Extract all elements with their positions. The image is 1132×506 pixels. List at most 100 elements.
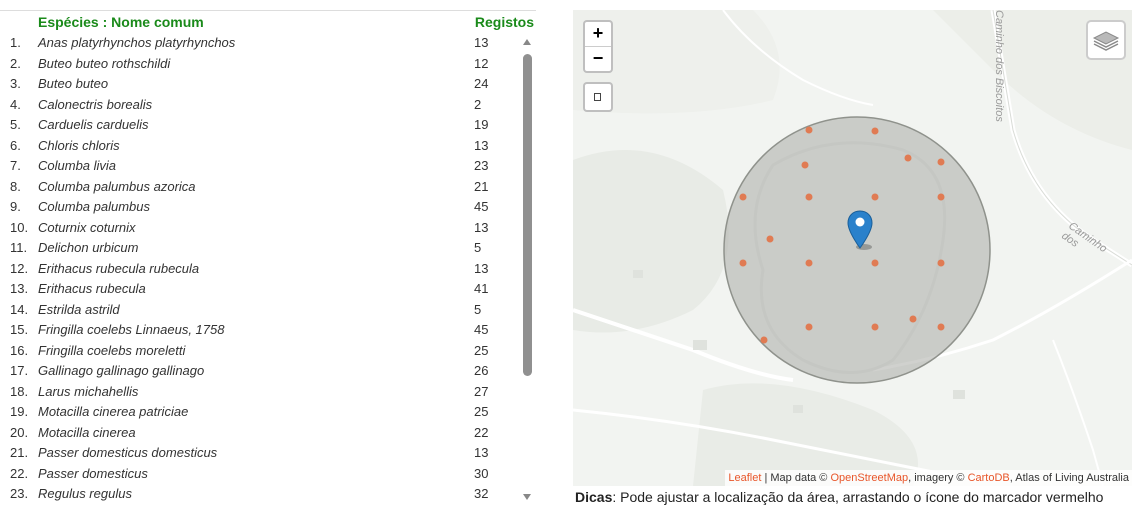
- table-row[interactable]: 1. Anas platyrhynchos platyrhynchos 13: [0, 33, 520, 54]
- table-row[interactable]: 20. Motacilla cinerea 22: [0, 423, 520, 444]
- record-count: 25: [474, 342, 489, 358]
- species-name: Passer domesticus domesticus: [38, 445, 218, 460]
- table-row[interactable]: 4. Calonectris borealis 2: [0, 95, 520, 116]
- species-name: Gallinago gallinago gallinago: [38, 363, 205, 378]
- openstreetmap-link[interactable]: OpenStreetMap: [830, 472, 908, 484]
- draw-rectangle-button[interactable]: [583, 82, 613, 112]
- table-header: Espécies : Nome comum Registos: [0, 10, 536, 33]
- tips-body: : Pode ajustar a localização da área, ar…: [612, 489, 1104, 505]
- scroll-down-arrow-icon[interactable]: [523, 494, 531, 500]
- layers-icon: [1092, 31, 1120, 51]
- table-row[interactable]: 13. Erithacus rubecula 41: [0, 279, 520, 300]
- attribution-text: , imagery ©: [908, 472, 968, 484]
- table-row[interactable]: 8. Columba palumbus azorica 21: [0, 177, 520, 198]
- cartodb-link[interactable]: CartoDB: [968, 472, 1010, 484]
- table-row[interactable]: 23. Regulus regulus 32: [0, 484, 520, 505]
- zoom-in-button[interactable]: +: [585, 22, 611, 47]
- species-name: Columba livia: [38, 158, 117, 173]
- table-row[interactable]: 19. Motacilla cinerea patriciae 25: [0, 402, 520, 423]
- species-name: Columba palumbus azorica: [38, 178, 196, 194]
- table-row[interactable]: 21. Passer domesticus domesticus 13: [0, 443, 520, 464]
- record-count: 13: [474, 260, 489, 276]
- species-name: Anas platyrhynchos platyrhynchos: [38, 35, 236, 50]
- scroll-thumb[interactable]: [523, 54, 532, 376]
- species-name: Columba palumbus: [38, 199, 151, 214]
- species-name: Regulus regulus: [38, 486, 132, 501]
- species-name: Calonectris borealis: [38, 96, 153, 112]
- row-index: 9.: [10, 199, 21, 214]
- record-count: 13: [474, 445, 489, 460]
- table-row[interactable]: 14. Estrilda astrild 5: [0, 300, 520, 321]
- record-count: 19: [474, 117, 489, 132]
- table-row[interactable]: 18. Larus michahellis 27: [0, 382, 520, 403]
- record-count: 45: [474, 322, 489, 337]
- table-scrollbar[interactable]: [520, 36, 534, 502]
- table-row[interactable]: 2. Buteo buteo rothschildi 12: [0, 54, 520, 75]
- record-count: 41: [474, 281, 489, 296]
- record-count: 21: [474, 178, 489, 194]
- record-count: 22: [474, 424, 489, 440]
- record-count: 5: [474, 240, 482, 255]
- attribution-text: | Map data ©: [761, 472, 831, 484]
- attribution-text: , Atlas of Living Australia: [1009, 472, 1129, 484]
- row-index: 19.: [10, 404, 29, 419]
- row-index: 11.: [10, 240, 28, 255]
- species-name: Buteo buteo: [38, 76, 109, 91]
- zoom-out-button[interactable]: −: [585, 47, 611, 71]
- table-row[interactable]: 5. Carduelis carduelis 19: [0, 115, 520, 136]
- row-index: 18.: [10, 383, 29, 399]
- location-marker-icon[interactable]: [847, 210, 873, 250]
- species-name: Larus michahellis: [38, 383, 139, 399]
- species-column-header[interactable]: Espécies : Nome comum: [38, 14, 204, 30]
- count-column-header[interactable]: Registos: [475, 14, 534, 30]
- table-row[interactable]: 16. Fringilla coelebs moreletti 25: [0, 341, 520, 362]
- record-count: 25: [474, 404, 489, 419]
- species-table: Espécies : Nome comum Registos 1. Anas pl…: [0, 0, 540, 506]
- species-name: Delichon urbicum: [38, 240, 139, 255]
- table-row[interactable]: 10. Coturnix coturnix 13: [0, 218, 520, 239]
- table-row[interactable]: 11. Delichon urbicum 5: [0, 238, 520, 259]
- tips-text: Dicas: Pode ajustar a localização da áre…: [575, 489, 1103, 505]
- row-index: 12.: [10, 260, 29, 276]
- row-index: 17.: [10, 363, 29, 378]
- table-row[interactable]: 22. Passer domesticus 30: [0, 464, 520, 485]
- tips-label: Dicas: [575, 489, 613, 505]
- row-index: 2.: [10, 55, 21, 71]
- species-rows: 1. Anas platyrhynchos platyrhynchos 13 2. Bu…: [0, 33, 520, 505]
- record-count: 2: [474, 96, 482, 112]
- row-index: 13.: [10, 281, 29, 296]
- species-name: Passer domesticus: [38, 465, 148, 481]
- map-view[interactable]: Caminho dos Biscoitos Caminho dos + − Le…: [573, 10, 1132, 486]
- table-row[interactable]: 9. Columba palumbus 45: [0, 197, 520, 218]
- table-row[interactable]: 6. Chloris chloris 13: [0, 136, 520, 157]
- road-label: Caminho dos Biscoitos: [993, 10, 1005, 122]
- row-index: 15.: [10, 322, 29, 337]
- table-row[interactable]: 17. Gallinago gallinago gallinago 26: [0, 361, 520, 382]
- table-row[interactable]: 12. Erithacus rubecula rubecula 13: [0, 259, 520, 280]
- species-name: Erithacus rubecula: [38, 281, 146, 296]
- row-index: 10.: [10, 219, 29, 235]
- scroll-up-arrow-icon[interactable]: [523, 39, 531, 45]
- species-name: Estrilda astrild: [38, 301, 120, 317]
- species-name: Fringilla coelebs Linnaeus, 1758: [38, 322, 225, 337]
- table-row[interactable]: 7. Columba livia 23: [0, 156, 520, 177]
- species-name: Fringilla coelebs moreletti: [38, 342, 186, 358]
- species-name: Carduelis carduelis: [38, 117, 149, 132]
- row-index: 5.: [10, 117, 21, 132]
- table-row[interactable]: 3. Buteo buteo 24: [0, 74, 520, 95]
- record-count: 23: [474, 158, 489, 173]
- record-count: 45: [474, 199, 489, 214]
- species-name: Chloris chloris: [38, 137, 120, 153]
- species-name: Coturnix coturnix: [38, 219, 136, 235]
- record-count: 5: [474, 301, 482, 317]
- row-index: 20.: [10, 424, 29, 440]
- layers-button[interactable]: [1086, 20, 1126, 60]
- row-index: 16.: [10, 342, 29, 358]
- leaflet-link[interactable]: Leaflet: [728, 472, 761, 484]
- table-row[interactable]: 15. Fringilla coelebs Linnaeus, 1758 45: [0, 320, 520, 341]
- row-index: 6.: [10, 137, 21, 153]
- record-count: 26: [474, 363, 489, 378]
- record-count: 13: [474, 35, 489, 50]
- record-count: 30: [474, 465, 489, 481]
- row-index: 21.: [10, 445, 29, 460]
